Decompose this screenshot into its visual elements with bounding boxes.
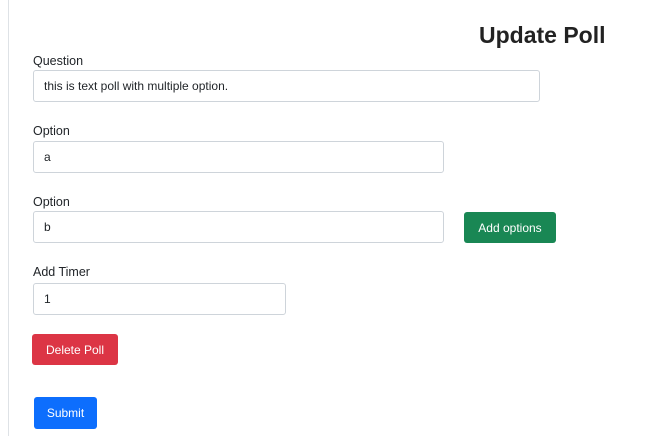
option-label-1: Option bbox=[33, 124, 70, 138]
option-label-2: Option bbox=[33, 195, 70, 209]
page-title: Update Poll bbox=[479, 22, 606, 48]
question-label: Question bbox=[33, 54, 84, 68]
update-poll-page: Update Poll Question Option Option Add o… bbox=[0, 0, 671, 436]
option-input-1[interactable] bbox=[33, 141, 444, 173]
question-input[interactable] bbox=[33, 70, 540, 102]
timer-input[interactable] bbox=[33, 283, 286, 315]
timer-label: Add Timer bbox=[33, 265, 90, 279]
left-divider bbox=[8, 0, 9, 436]
submit-button[interactable]: Submit bbox=[34, 397, 97, 429]
delete-poll-button[interactable]: Delete Poll bbox=[32, 334, 118, 365]
add-options-button[interactable]: Add options bbox=[464, 212, 556, 243]
option-input-2[interactable] bbox=[33, 211, 444, 243]
